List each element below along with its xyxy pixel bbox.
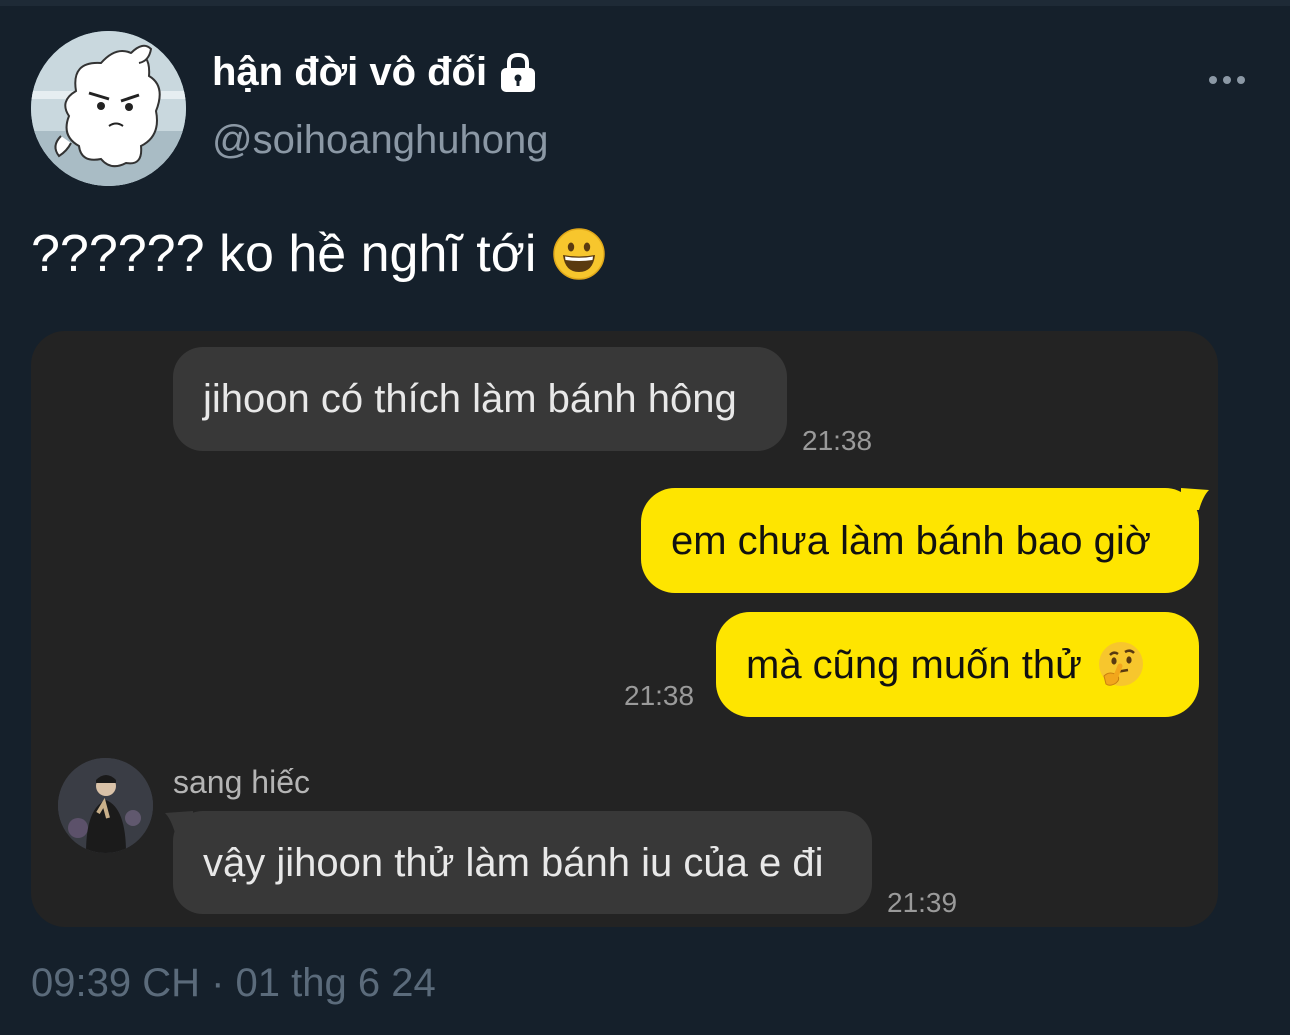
message-text: mà cũng muốn thử — [746, 642, 1082, 687]
message-text: vậy jihoon thử làm bánh iu của e đi — [203, 840, 824, 885]
display-name-text[interactable]: hận đời vô đối — [212, 48, 487, 96]
author-display-name[interactable]: hận đời vô đối — [212, 48, 539, 96]
author-handle[interactable]: @soihoanghuhong — [212, 116, 548, 164]
sender-avatar[interactable] — [58, 758, 153, 853]
thinking-face-emoji-icon — [1098, 641, 1143, 686]
message-time: 21:38 — [802, 425, 873, 456]
tweet-body: ?????? ko hề nghĩ tới — [31, 222, 606, 286]
message-text: jihoon có thích làm bánh hông — [203, 377, 737, 421]
top-divider — [0, 0, 1290, 6]
message-bubble-outgoing: mà cũng muốn thử — [716, 612, 1199, 717]
message-bubble-incoming: vậy jihoon thử làm bánh iu của e đi — [173, 811, 872, 914]
dog-cartoon-avatar-icon — [31, 31, 186, 186]
chat-screenshot-image[interactable]: jihoon có thích làm bánh hông 21:38 em c… — [31, 331, 1218, 927]
sender-photo-icon — [58, 758, 153, 853]
lock-icon — [501, 52, 536, 92]
grinning-face-emoji-icon — [553, 228, 606, 280]
tweet-text: ?????? ko hề nghĩ tới — [31, 225, 537, 283]
message-bubble-outgoing: em chưa làm bánh bao giờ — [641, 488, 1199, 593]
message-text: em chưa làm bánh bao giờ — [671, 518, 1151, 563]
tweet-page: hận đời vô đối @soihoanghuhong ?????? ko… — [0, 0, 1290, 1035]
message-time: 21:38 — [624, 680, 695, 711]
tweet-timestamp[interactable]: 09:39 CH · 01 thg 6 24 — [31, 958, 436, 1008]
bubble-tail-icon — [165, 811, 193, 833]
sender-name: sang hiếc — [173, 764, 310, 800]
author-avatar[interactable] — [31, 31, 186, 186]
more-options-icon[interactable] — [1205, 65, 1249, 95]
message-time: 21:39 — [887, 887, 958, 918]
bubble-tail-icon — [1181, 488, 1209, 510]
message-bubble-incoming: jihoon có thích làm bánh hông — [173, 347, 787, 451]
